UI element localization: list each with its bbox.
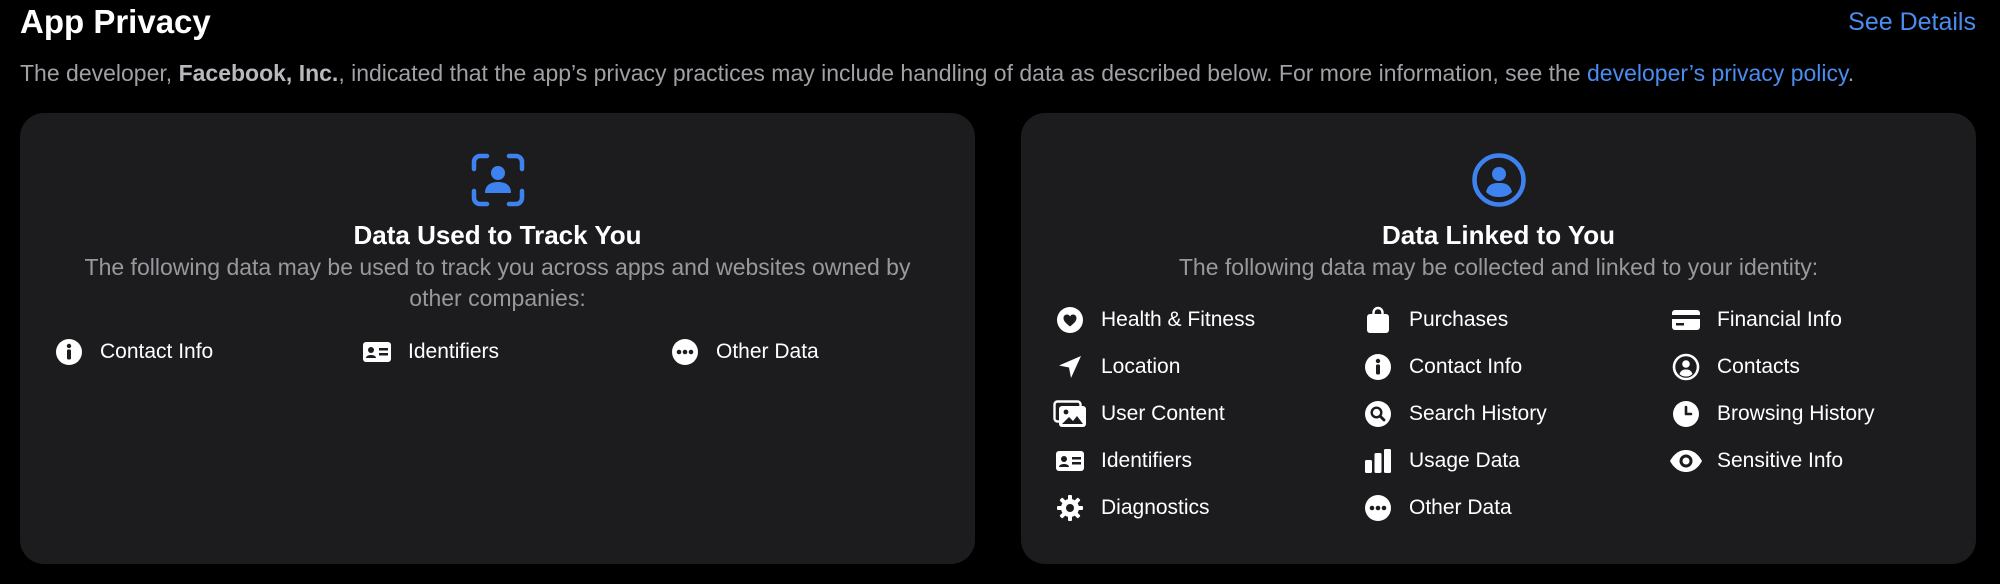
item-label: Contacts <box>1717 355 1800 378</box>
linked-item-other-data: Other Data <box>1361 491 1512 525</box>
item-label: Search History <box>1409 402 1547 425</box>
item-label: Usage Data <box>1409 449 1520 472</box>
description-middle: , indicated that the app’s privacy pract… <box>338 60 1587 86</box>
item-label: Financial Info <box>1717 308 1842 331</box>
heart-icon <box>1053 303 1087 337</box>
item-label: Identifiers <box>408 340 500 363</box>
linked-item-browsing-history: Browsing History <box>1669 397 1875 431</box>
linked-item-financial-info: Financial Info <box>1669 303 1842 337</box>
item-label: Diagnostics <box>1101 496 1210 519</box>
description-suffix: . <box>1847 60 1855 86</box>
location-arrow-icon <box>1053 350 1087 384</box>
eye-icon <box>1669 444 1703 478</box>
linked-item-identifiers: Identifiers <box>1053 444 1192 478</box>
gear-icon <box>1053 491 1087 525</box>
linked-item-usage-data: Usage Data <box>1361 444 1520 478</box>
linked-item-search-history: Search History <box>1361 397 1547 431</box>
linked-item-contact-info: Contact Info <box>1361 350 1522 384</box>
description-prefix: The developer, <box>20 60 179 86</box>
item-label: Purchases <box>1409 308 1509 331</box>
info-icon <box>52 335 86 369</box>
linked-item-user-content: User Content <box>1053 397 1225 431</box>
magnifier-icon <box>1361 397 1395 431</box>
linked-item-contacts: Contacts <box>1669 350 1800 384</box>
shopping-bag-icon <box>1361 303 1395 337</box>
item-label: Health & Fitness <box>1101 308 1256 331</box>
track-item-contact-info: Contact Info <box>52 335 213 369</box>
info-icon <box>1361 350 1395 384</box>
track-you-card: Data Used to Track You The following dat… <box>20 113 975 564</box>
linked-item-diagnostics: Diagnostics <box>1053 491 1210 525</box>
item-label: Sensitive Info <box>1717 449 1844 472</box>
see-details-link[interactable]: See Details <box>1848 8 1976 37</box>
page-title: App Privacy <box>20 3 211 40</box>
linked-card-title: Data Linked to You <box>1381 220 1616 250</box>
linked-card-subtitle: The following data may be collected and … <box>1178 254 1819 280</box>
privacy-policy-link[interactable]: developer’s privacy policy <box>1587 60 1848 86</box>
linked-item-location: Location <box>1053 350 1180 384</box>
clock-icon <box>1669 397 1703 431</box>
linked-item-sensitive-info: Sensitive Info <box>1669 444 1843 478</box>
item-label: User Content <box>1101 402 1225 425</box>
item-label: Other Data <box>716 340 819 363</box>
linked-item-purchases: Purchases <box>1361 303 1508 337</box>
privacy-description: The developer, Facebook, Inc., indicated… <box>20 56 1980 90</box>
credit-card-icon <box>1669 303 1703 337</box>
linked-to-you-card: Data Linked to You The following data ma… <box>1021 113 1976 564</box>
item-label: Identifiers <box>1101 449 1193 472</box>
linked-item-health-fitness: Health & Fitness <box>1053 303 1255 337</box>
track-card-title: Data Used to Track You <box>353 220 642 250</box>
track-card-subtitle: The following data may be used to track … <box>84 254 911 311</box>
more-icon <box>1361 491 1395 525</box>
item-label: Other Data <box>1409 496 1512 519</box>
track-item-identifiers: Identifiers <box>360 335 499 369</box>
id-card-icon <box>1053 444 1087 478</box>
item-label: Contact Info <box>1409 355 1523 378</box>
person-circle-icon <box>1669 350 1703 384</box>
item-label: Contact Info <box>100 340 214 363</box>
item-label: Browsing History <box>1717 402 1875 425</box>
more-icon <box>668 335 702 369</box>
track-item-other-data: Other Data <box>668 335 819 369</box>
photos-icon <box>1053 397 1087 431</box>
developer-name: Facebook, Inc. <box>178 60 339 86</box>
person-circle-icon <box>1471 153 1526 207</box>
id-card-icon <box>360 335 394 369</box>
item-label: Location <box>1101 355 1181 378</box>
bar-chart-icon <box>1361 444 1395 478</box>
person-viewfinder-icon <box>471 153 525 207</box>
